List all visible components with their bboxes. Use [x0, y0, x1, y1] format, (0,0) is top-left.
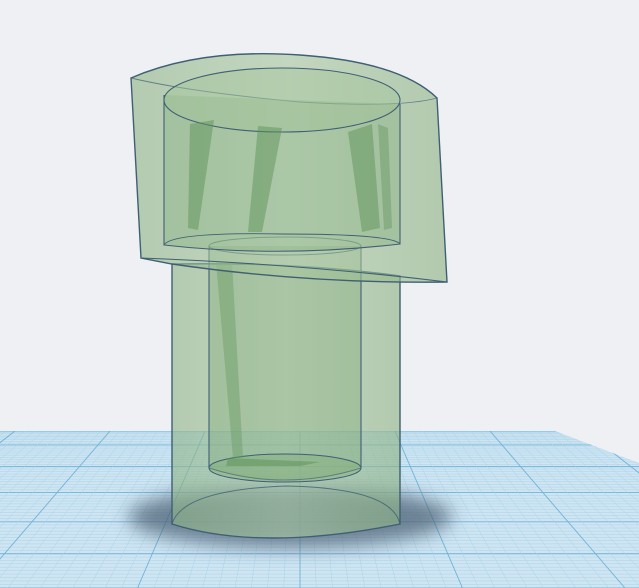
3d-viewport[interactable]: [0, 0, 639, 588]
workplane-scene[interactable]: [0, 0, 639, 588]
upper-cup: [163, 67, 401, 252]
